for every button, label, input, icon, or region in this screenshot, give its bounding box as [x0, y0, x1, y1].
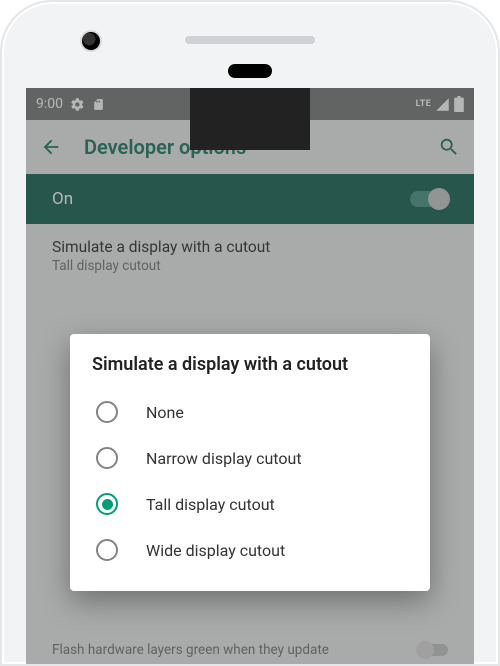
- option-wide[interactable]: Wide display cutout: [92, 527, 408, 573]
- device-speaker-slot: [185, 36, 315, 44]
- radio-icon: [96, 447, 118, 469]
- option-none[interactable]: None: [92, 389, 408, 435]
- device-screen: 9:00 LTE D: [26, 88, 474, 664]
- radio-icon-selected: [96, 493, 118, 515]
- option-tall[interactable]: Tall display cutout: [92, 481, 408, 527]
- option-label: Narrow display cutout: [146, 449, 302, 468]
- dialog-title: Simulate a display with a cutout: [92, 354, 408, 375]
- radio-icon: [96, 539, 118, 561]
- phone-device-frame: 9:00 LTE D: [0, 0, 500, 666]
- option-narrow[interactable]: Narrow display cutout: [92, 435, 408, 481]
- cutout-dialog: Simulate a display with a cutout None Na…: [70, 334, 430, 591]
- device-front-camera: [82, 32, 100, 50]
- option-label: Wide display cutout: [146, 541, 285, 560]
- option-label: None: [146, 403, 184, 422]
- device-proximity-sensor: [228, 64, 272, 78]
- radio-icon: [96, 401, 118, 423]
- option-label: Tall display cutout: [146, 495, 275, 514]
